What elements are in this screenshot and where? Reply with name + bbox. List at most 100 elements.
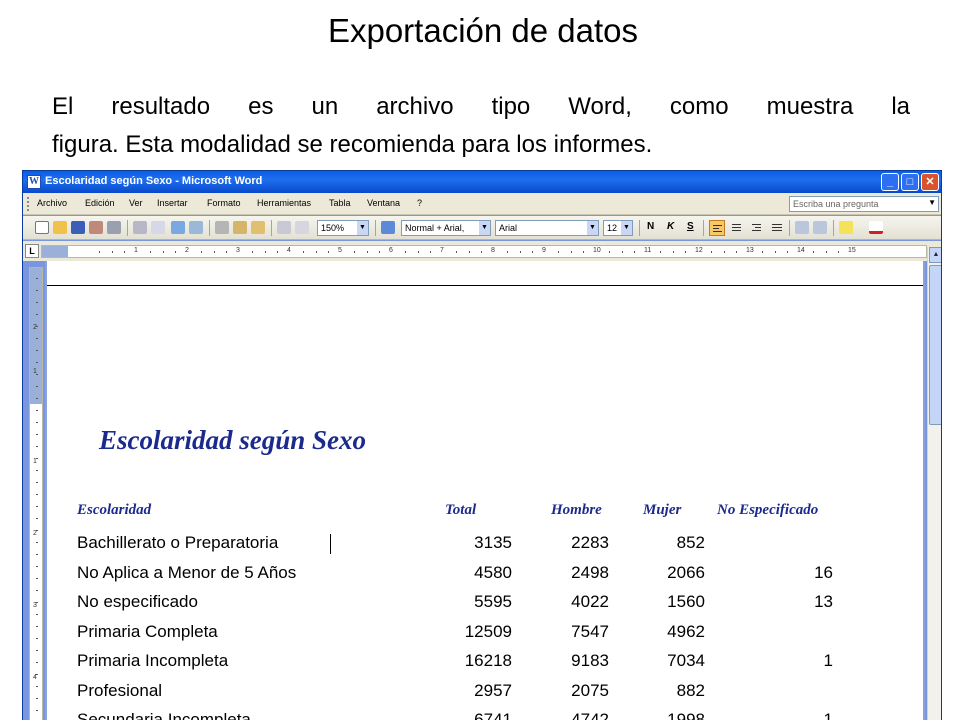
style-select[interactable]: Normal + Arial, ▼: [401, 220, 491, 236]
toolbar-separator: [789, 220, 790, 236]
row-value: 5595: [474, 592, 512, 611]
toolbar-separator: [703, 220, 704, 236]
font-value: Arial: [499, 223, 518, 233]
ruler-number: 15: [848, 247, 856, 254]
undo-icon[interactable]: [277, 221, 291, 234]
print-icon[interactable]: [107, 221, 121, 234]
menu-formato[interactable]: Formato: [207, 198, 241, 208]
maximize-button[interactable]: □: [901, 173, 919, 191]
bullets-icon[interactable]: [813, 221, 827, 234]
vertical-ruler-tick: [36, 674, 38, 675]
align-center-button[interactable]: [729, 220, 745, 236]
ruler-number: 10: [593, 247, 601, 254]
row-value: 1560: [667, 592, 705, 611]
ruler-tick: [277, 251, 279, 253]
toolbar-separator: [639, 220, 640, 236]
new-document-icon[interactable]: [35, 221, 49, 234]
numbering-icon[interactable]: [795, 221, 809, 234]
tab-selector[interactable]: L: [25, 244, 39, 258]
menu-grip[interactable]: [27, 197, 30, 211]
vertical-ruler-tick: [36, 422, 38, 423]
minimize-button[interactable]: _: [881, 173, 899, 191]
vertical-ruler-tick: [36, 626, 38, 627]
row-value: 852: [676, 533, 705, 552]
vertical-ruler-tick: [36, 506, 38, 507]
research-icon[interactable]: [189, 221, 203, 234]
menu-tabla[interactable]: Tabla: [329, 198, 351, 208]
ask-dropdown-icon[interactable]: ▼: [928, 198, 936, 207]
font-dropdown-icon[interactable]: ▼: [587, 221, 598, 235]
underline-button[interactable]: S: [687, 221, 694, 232]
align-left-button[interactable]: [709, 220, 725, 236]
vertical-ruler-margin: [30, 268, 42, 404]
open-folder-icon[interactable]: [53, 221, 67, 234]
row-value: 2066: [667, 562, 705, 582]
print-preview-icon[interactable]: [133, 221, 147, 234]
vertical-ruler-tick: [36, 386, 38, 387]
format-painter-icon[interactable]: [251, 221, 265, 234]
bold-button[interactable]: N: [647, 221, 654, 232]
save-icon[interactable]: [71, 221, 85, 234]
redo-icon[interactable]: [295, 221, 309, 234]
vertical-ruler-tick: [36, 398, 38, 399]
vertical-ruler[interactable]: 2112345: [29, 267, 43, 720]
font-size-dropdown-icon[interactable]: ▼: [621, 221, 632, 235]
ask-question-input[interactable]: Escriba una pregunta ▼: [789, 196, 939, 212]
ruler-tick: [787, 251, 789, 253]
document-area: Escolaridad según Sexo Escolaridad Total H…: [45, 261, 925, 720]
scroll-up-arrow-icon[interactable]: ▲: [929, 247, 941, 263]
row-value: 9183: [571, 651, 609, 670]
ruler-tick: [430, 251, 432, 253]
menu-ver[interactable]: Ver: [129, 198, 143, 208]
ruler-number: 6: [389, 247, 393, 254]
menu-archivo[interactable]: Archivo: [37, 198, 67, 208]
font-select[interactable]: Arial ▼: [495, 220, 599, 236]
font-color-icon[interactable]: [869, 221, 883, 234]
title-bar[interactable]: W Escolaridad según Sexo - Microsoft Wor…: [23, 171, 941, 193]
horizontal-ruler[interactable]: 1 2 3 4 5 6 7 8 9 10 11 12 13 14 15: [41, 245, 927, 258]
vertical-scrollbar[interactable]: ▲: [927, 247, 941, 720]
spelling-icon[interactable]: [171, 221, 185, 234]
row-label: No Aplica a Menor de 5 Años: [77, 562, 297, 582]
column-header: Escolaridad: [77, 502, 152, 518]
document-page[interactable]: Escolaridad según Sexo Escolaridad Total H…: [47, 261, 923, 720]
menu-ventana[interactable]: Ventana: [367, 198, 400, 208]
menu-help[interactable]: ?: [417, 198, 422, 208]
permission-icon[interactable]: [89, 221, 103, 234]
highlight-icon[interactable]: [839, 221, 853, 234]
vertical-ruler-tick: [36, 686, 38, 687]
slide-paragraph: El resultado es un archivo tipo Word, co…: [52, 88, 910, 164]
ruler-left-margin: [42, 246, 68, 257]
font-size-select[interactable]: 12 ▼: [603, 220, 633, 236]
zoom-select[interactable]: 150% ▼: [317, 220, 369, 236]
paragraph-line-1: El resultado es un archivo tipo Word, co…: [52, 93, 910, 120]
close-button[interactable]: ✕: [921, 173, 939, 191]
ruler-tick: [455, 251, 457, 253]
justify-button[interactable]: [769, 220, 785, 236]
menu-herramientas[interactable]: Herramientas: [257, 198, 311, 208]
preview-icon[interactable]: [151, 221, 165, 234]
zoom-dropdown-icon[interactable]: ▼: [357, 221, 368, 235]
paste-icon[interactable]: [233, 221, 247, 234]
style-dropdown-icon[interactable]: ▼: [479, 221, 490, 235]
scroll-thumb[interactable]: [929, 265, 941, 425]
menu-edicion[interactable]: Edición: [85, 198, 115, 208]
row-value: 16: [814, 562, 833, 582]
vertical-ruler-tick: [36, 326, 38, 327]
ruler-number: 13: [746, 247, 754, 254]
italic-button[interactable]: K: [667, 221, 674, 232]
vertical-ruler-tick: [36, 554, 38, 555]
ruler-number: 2: [185, 247, 189, 254]
vertical-ruler-tick: [36, 494, 38, 495]
vertical-ruler-tick: [36, 338, 38, 339]
row-label: Secundaria Incompleta: [77, 710, 251, 720]
ruler-tick: [659, 251, 661, 253]
row-label: Bachillerato o Preparatoria: [77, 533, 279, 552]
menu-insertar[interactable]: Insertar: [157, 198, 188, 208]
align-right-button[interactable]: [749, 220, 765, 236]
cut-icon[interactable]: [215, 221, 229, 234]
word-app-icon[interactable]: W: [27, 175, 41, 189]
styles-pane-icon[interactable]: [381, 221, 395, 234]
ruler-tick: [736, 251, 738, 253]
ruler-number: 1: [134, 247, 138, 254]
